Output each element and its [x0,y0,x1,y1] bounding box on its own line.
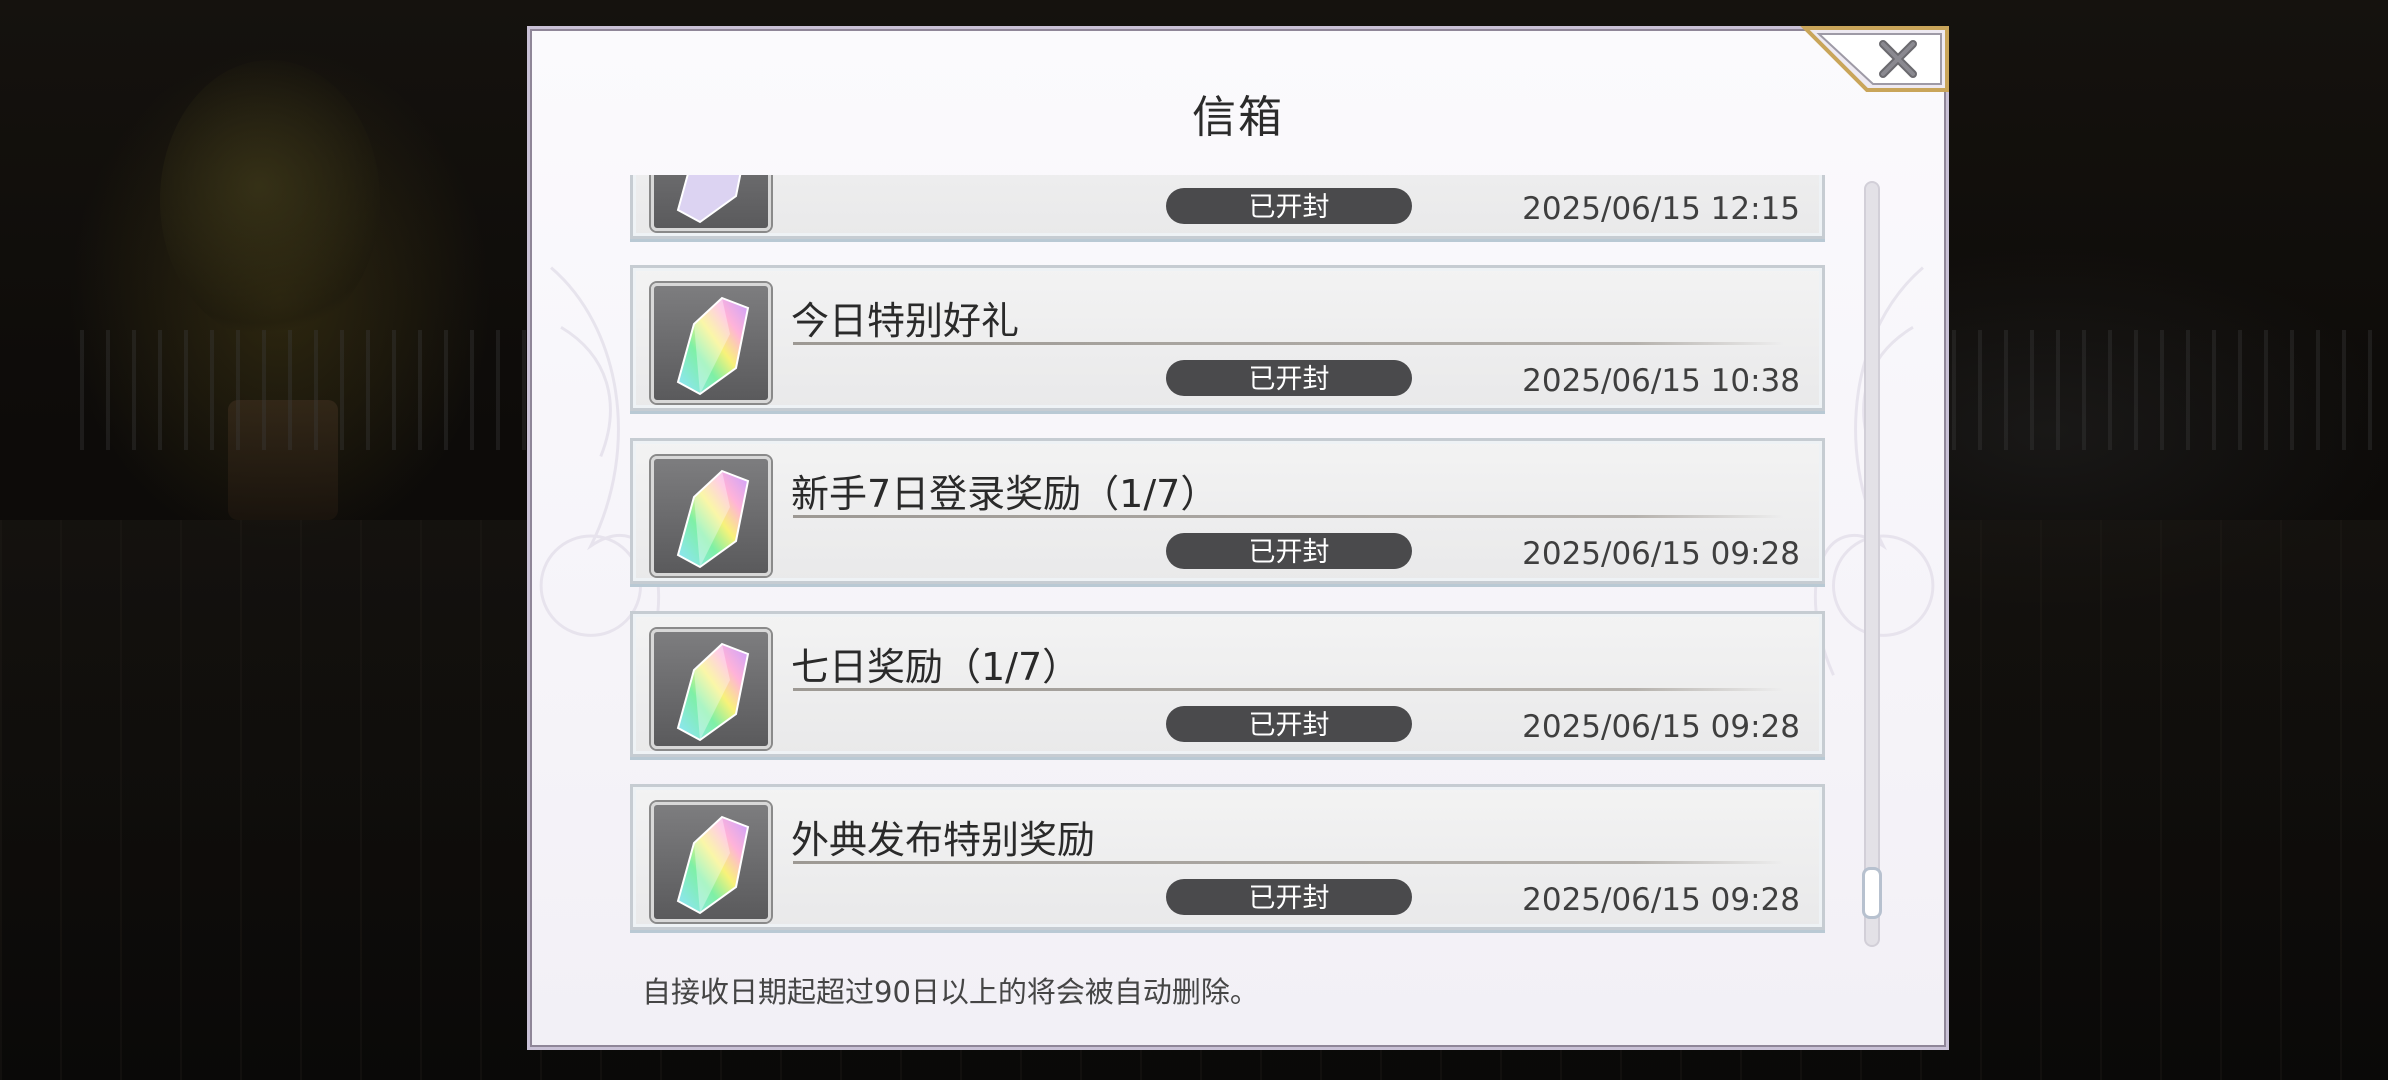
scrollbar-thumb[interactable] [1862,867,1882,919]
mail-item[interactable]: 今日特别好礼 已开封 2025/06/15 10:38 [630,265,1825,411]
title-divider [793,861,1783,864]
title-divider [793,515,1783,518]
mail-title: 新手7日登录奖励（1/7） [791,472,1219,516]
crystal-icon [676,296,750,396]
mail-thumbnail [651,175,771,231]
status-badge: 已开封 [1166,188,1412,224]
close-icon[interactable] [1875,36,1921,82]
mail-item[interactable]: 外典发布特别奖励 已开封 2025/06/15 09:28 [630,784,1825,930]
dialog-title: 信箱 [1192,92,1284,143]
auto-delete-notice: 自接收日期起超过90日以上的将会被自动删除。 [642,975,1259,1009]
status-badge: 已开封 [1166,706,1412,742]
mail-date: 2025/06/15 09:28 [1522,536,1800,572]
mail-date: 2025/06/15 09:28 [1522,882,1800,918]
title-divider [793,342,1783,345]
status-badge: 已开封 [1166,879,1412,915]
mail-title: 七日奖励（1/7） [791,645,1081,689]
mailbox-dialog: 信箱 已开封 2025/06/15 12:15 今日特别好礼 已开封 2025/… [527,26,1949,1050]
crystal-icon [676,815,750,915]
mail-thumbnail [651,283,771,403]
mail-list[interactable]: 已开封 2025/06/15 12:15 今日特别好礼 已开封 2025/06/… [630,175,1840,945]
game-screen: 信箱 已开封 2025/06/15 12:15 今日特别好礼 已开封 2025/… [0,0,2388,1080]
mail-item[interactable]: 新手7日登录奖励（1/7） 已开封 2025/06/15 09:28 [630,438,1825,584]
mail-thumbnail [651,802,771,922]
close-tab-frame [1800,26,1949,92]
mail-thumbnail [651,629,771,749]
mail-title: 今日特别好礼 [791,299,1020,343]
crystal-icon [676,642,750,742]
mail-item[interactable]: 七日奖励（1/7） 已开封 2025/06/15 09:28 [630,611,1825,757]
close-button[interactable] [1797,26,1949,92]
mail-date: 2025/06/15 10:38 [1522,363,1800,399]
crystal-icon [676,175,742,224]
mail-date: 2025/06/15 12:15 [1522,191,1800,227]
status-badge: 已开封 [1166,360,1412,396]
mail-item[interactable]: 已开封 2025/06/15 12:15 [630,175,1825,239]
crystal-icon [676,469,750,569]
mail-title: 外典发布特别奖励 [791,818,1096,862]
background-tree [160,60,380,340]
mail-date: 2025/06/15 09:28 [1522,709,1800,745]
scrollbar-track[interactable] [1864,181,1880,947]
status-badge: 已开封 [1166,533,1412,569]
title-divider [793,688,1783,691]
mail-thumbnail [651,456,771,576]
